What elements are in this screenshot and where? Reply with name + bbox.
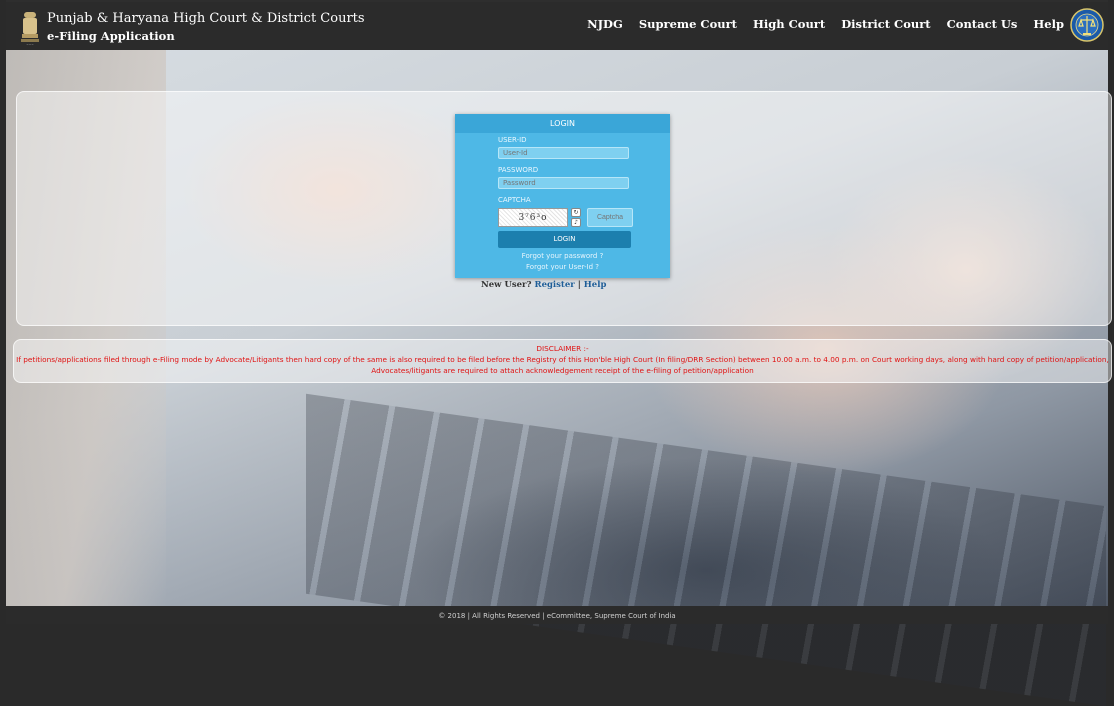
nav-contact-us[interactable]: Contact Us xyxy=(947,17,1018,31)
high-court-logo-icon[interactable] xyxy=(1070,8,1104,42)
nav-supreme-court[interactable]: Supreme Court xyxy=(639,17,737,31)
forgot-password-link[interactable]: Forgot your password ? xyxy=(455,252,670,260)
password-label: PASSWORD xyxy=(498,166,539,174)
footer: © 2018 | All Rights Reserved | eCommitte… xyxy=(6,606,1108,624)
refresh-icon[interactable]: ↻ xyxy=(571,208,581,217)
captcha-label: CAPTCHA xyxy=(498,196,531,204)
svg-text:~~~: ~~~ xyxy=(26,42,34,46)
login-form: LOGIN USER-ID PASSWORD CAPTCHA 3⁷6³o ↻ ♪… xyxy=(455,114,670,278)
help-link[interactable]: Help xyxy=(584,280,607,290)
keyboard-image xyxy=(306,393,1106,706)
nav-high-court[interactable]: High Court xyxy=(753,17,825,31)
disclaimer-text: If petitions/applications filed through … xyxy=(16,355,1109,375)
national-emblem-icon: ~~~ xyxy=(21,12,39,46)
userid-input[interactable] xyxy=(498,147,629,159)
disclaimer-title: DISCLAIMER :- xyxy=(536,344,589,353)
link-separator: | xyxy=(577,280,581,290)
userid-label: USER-ID xyxy=(498,136,527,144)
captcha-input[interactable] xyxy=(587,208,633,227)
audio-icon[interactable]: ♪ xyxy=(571,218,581,227)
new-user-row: New User? Register | Help xyxy=(481,280,606,290)
password-input[interactable] xyxy=(498,177,629,189)
top-nav: NJDG Supreme Court High Court District C… xyxy=(571,17,1064,31)
new-user-prompt: New User? xyxy=(481,280,532,290)
header-bar: ~~~ Punjab & Haryana High Court & Distri… xyxy=(6,2,1108,50)
nav-help[interactable]: Help xyxy=(1033,17,1064,31)
forgot-userid-link[interactable]: Forgot your User-Id ? xyxy=(455,263,670,271)
register-link[interactable]: Register xyxy=(535,280,575,290)
site-title: Punjab & Haryana High Court & District C… xyxy=(47,11,365,26)
captcha-image: 3⁷6³o xyxy=(498,208,568,227)
app-subtitle: e-Filing Application xyxy=(47,29,175,43)
disclaimer-box: DISCLAIMER :- If petitions/applications … xyxy=(13,339,1112,383)
login-button[interactable]: LOGIN xyxy=(498,231,631,248)
login-heading: LOGIN xyxy=(455,114,670,133)
nav-district-court[interactable]: District Court xyxy=(841,17,930,31)
nav-njdg[interactable]: NJDG xyxy=(587,17,623,31)
